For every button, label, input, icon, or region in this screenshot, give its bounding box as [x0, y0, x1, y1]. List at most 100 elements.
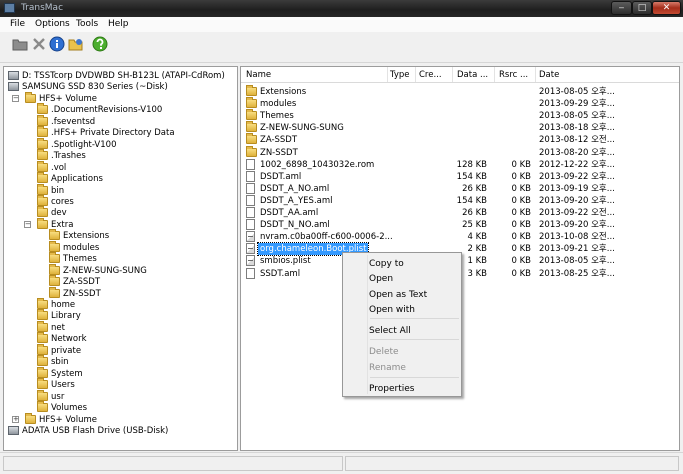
drive-icon: [8, 425, 19, 435]
help-icon[interactable]: [92, 36, 108, 52]
file-rsrc-size: 0 KB: [511, 183, 531, 194]
tree-item-label: Network: [51, 334, 87, 345]
tree-item[interactable]: ZA-SSDT: [4, 275, 237, 288]
file-row[interactable]: modules 2013-09-29 오후...: [241, 97, 679, 110]
column-type[interactable]: Type: [390, 70, 410, 80]
tree-item-label: .Spotlight-V100: [51, 139, 117, 150]
tree-item[interactable]: ADATA USB Flash Drive (USB-Disk): [4, 425, 237, 437]
tree-item[interactable]: D: TSSTcorp DVDWBD SH-B123L (ATAPI-CdRom…: [4, 70, 237, 82]
file-date: 2013-09-20 오후...: [539, 220, 615, 231]
file-row[interactable]: Themes 2013-08-05 오후...: [241, 109, 679, 122]
tree-item-label: Applications: [51, 174, 103, 185]
file-row[interactable]: ZA-SSDT 2013-08-12 오전...: [241, 133, 679, 146]
context-open-as-text-item[interactable]: Open as Text: [369, 290, 427, 300]
collapse-icon[interactable]: −: [24, 220, 31, 228]
file-name: smbios.plist: [260, 256, 311, 267]
file-rsrc-size: 0 KB: [511, 256, 531, 267]
folder-icon: [49, 252, 60, 264]
menu-tools[interactable]: Tools: [76, 19, 98, 29]
tree-item[interactable]: Extensions: [4, 229, 237, 242]
file-row[interactable]: Extensions 2013-08-05 오후...: [241, 85, 679, 98]
tree-item[interactable]: SAMSUNG SSD 830 Series (~Disk): [4, 81, 237, 93]
file-row[interactable]: DSDT_N_NO.aml 25 KB 0 KB 2013-09-20 오후...: [241, 219, 679, 231]
tree-item-label: ZA-SSDT: [63, 277, 101, 288]
file-row[interactable]: DSDT.aml 154 KB 0 KB 2013-09-22 오후...: [241, 170, 679, 183]
column-rsrc-size[interactable]: Rsrc ...: [499, 70, 528, 80]
open-folder-icon[interactable]: [68, 36, 84, 52]
context-open-with-item[interactable]: Open with: [369, 305, 415, 315]
file-row[interactable]: ZN-SSDT 2013-08-20 오후...: [241, 145, 679, 159]
folder-icon: [37, 160, 48, 172]
tree-item[interactable]: − Extra: [4, 217, 237, 231]
file-row[interactable]: nvram.c0ba00ff-c600-0006-2... 4 KB 0 KB 201…: [241, 231, 679, 243]
file-name: SSDT.aml: [260, 268, 301, 279]
file-icon: [246, 158, 255, 170]
menu-file[interactable]: File: [10, 19, 25, 29]
context-properties-item[interactable]: Properties: [369, 384, 414, 394]
expand-icon[interactable]: +: [12, 415, 19, 423]
file-name: DSDT_N_NO.aml: [260, 220, 330, 231]
folder-icon: [37, 217, 48, 229]
file-row[interactable]: DSDT_AA.aml 26 KB 0 KB 2013-09-22 오전...: [241, 207, 679, 219]
column-date[interactable]: Date: [539, 70, 559, 80]
file-rsrc-size: 0 KB: [511, 208, 531, 218]
file-row[interactable]: DSDT_A_YES.aml 154 KB 0 KB 2013-09-20 오후...: [241, 194, 679, 207]
tree-item[interactable]: Volumes: [4, 401, 237, 414]
folder-icon: [246, 121, 257, 133]
folder-icon: [37, 401, 48, 413]
app-icon: [4, 3, 15, 13]
status-cell: [345, 456, 679, 471]
delete-icon[interactable]: [31, 36, 47, 52]
file-row[interactable]: Z-NEW-SUNG-SUNG 2013-08-18 오후...: [241, 121, 679, 134]
folder-tree[interactable]: D: TSSTcorp DVDWBD SH-B123L (ATAPI-CdRom…: [3, 66, 238, 451]
tree-item[interactable]: modules: [4, 240, 237, 254]
close-button[interactable]: ✕: [652, 1, 681, 15]
minimize-button[interactable]: ‒: [611, 1, 632, 15]
folder-icon: [37, 114, 48, 126]
status-bar: [0, 452, 683, 474]
file-name: DSDT_A_YES.aml: [260, 195, 333, 206]
tree-item-label: Themes: [63, 254, 97, 265]
context-copy-to-item[interactable]: Copy to: [369, 259, 404, 269]
collapse-icon[interactable]: −: [12, 94, 19, 102]
tree-item-label: .HFS+ Private Directory Data: [51, 128, 175, 139]
menu-options[interactable]: Options: [35, 19, 70, 29]
file-icon: [246, 182, 255, 194]
menu-help[interactable]: Help: [108, 19, 129, 29]
file-rsrc-size: 0 KB: [511, 220, 531, 231]
tree-item[interactable]: Themes: [4, 252, 237, 265]
status-cell: [3, 456, 343, 471]
toolbar: [0, 32, 683, 63]
tree-item[interactable]: + HFS+ Volume: [4, 412, 237, 426]
title-bar[interactable]: TransMac ‒ □ ✕: [0, 0, 683, 17]
tree-item-label: SAMSUNG SSD 830 Series (~Disk): [22, 82, 168, 93]
tree-item-label: System: [51, 368, 83, 379]
file-name: Extensions: [260, 87, 307, 97]
plist-icon: [246, 255, 255, 267]
file-rsrc-size: 0 KB: [511, 159, 531, 170]
folder-icon: [37, 378, 48, 390]
folder-icon: [37, 389, 48, 401]
tree-item-label: home: [51, 300, 76, 310]
file-row[interactable]: DSDT_A_NO.aml 26 KB 0 KB 2013-09-19 오후...: [241, 182, 679, 195]
file-date: 2013-08-05 오후...: [539, 111, 615, 122]
file-date: 2012-12-22 오후...: [539, 159, 615, 170]
tree-item-label: HFS+ Volume: [39, 93, 97, 104]
tree-item-label: cores: [51, 196, 74, 207]
tree-item[interactable]: Z-NEW-SUNG-SUNG: [4, 263, 237, 277]
column-name[interactable]: Name: [246, 70, 271, 80]
context-open-item[interactable]: Open: [369, 274, 393, 284]
column-creator[interactable]: Cre...: [419, 70, 442, 80]
folder-icon: [49, 263, 60, 275]
context-select-all-item[interactable]: Select All: [369, 326, 411, 336]
folder-icon: [246, 145, 257, 157]
file-row[interactable]: 1002_6898_1043032e.rom 128 KB 0 KB 2012-12-…: [241, 158, 679, 171]
folder-icon: [37, 172, 48, 184]
folder-icon: [25, 412, 36, 424]
maximize-button[interactable]: □: [632, 1, 652, 15]
column-data-size[interactable]: Data ...: [457, 70, 488, 80]
folder-icon[interactable]: [12, 36, 28, 52]
folder-icon: [246, 109, 257, 121]
info-icon[interactable]: [49, 36, 65, 52]
folder-icon: [246, 85, 257, 96]
